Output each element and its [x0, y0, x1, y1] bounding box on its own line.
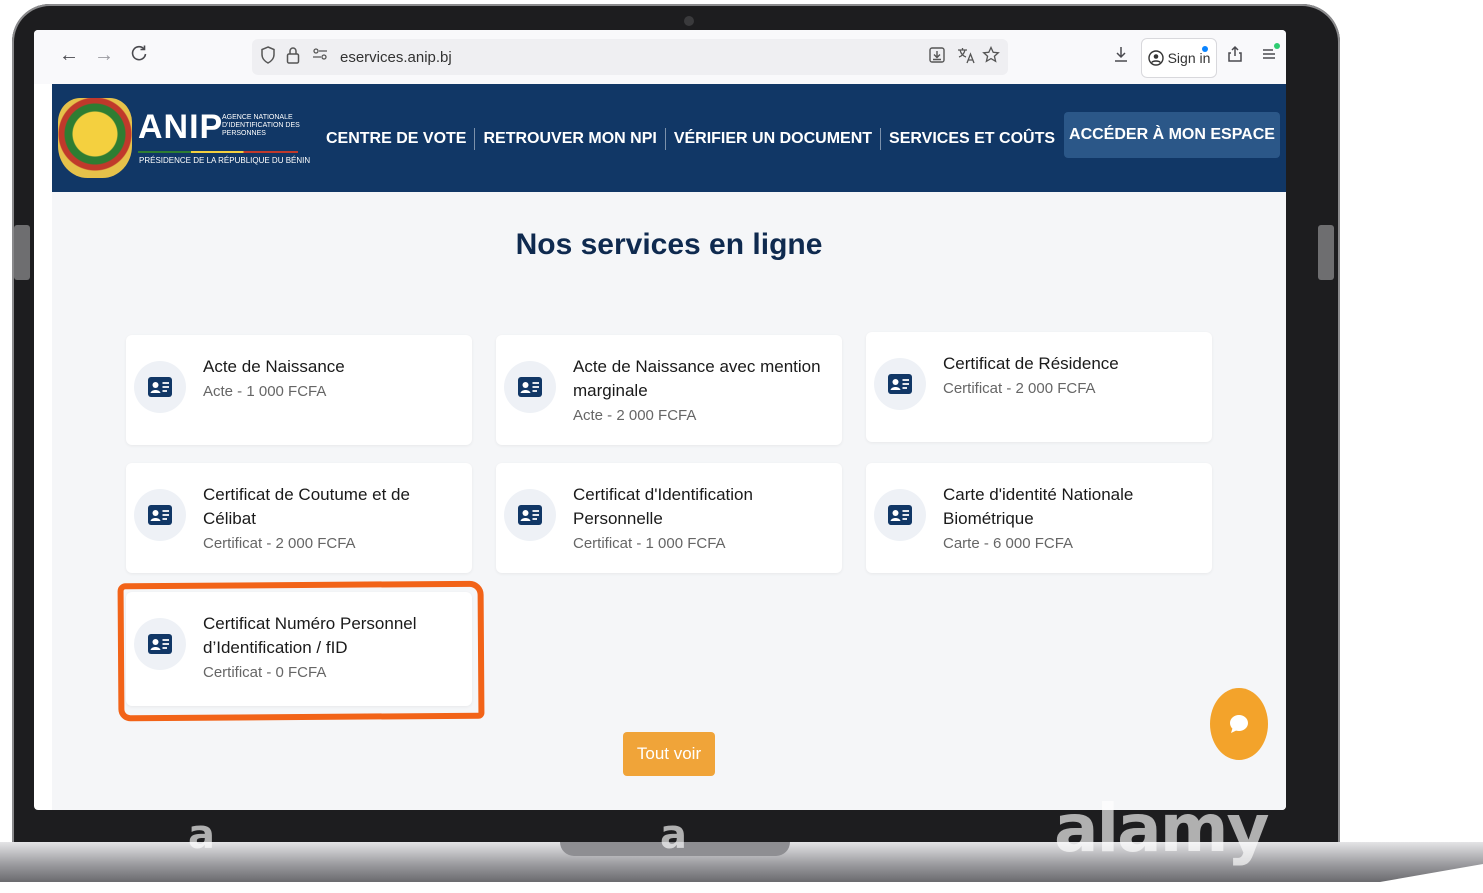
- share-icon[interactable]: [1226, 45, 1244, 68]
- service-title: Certificat de Résidence: [943, 354, 1119, 373]
- laptop-side-left: [14, 225, 30, 280]
- update-dot: [1274, 43, 1280, 49]
- service-card-carte-identite[interactable]: Carte d'identité Nationale Biométrique Ca…: [866, 463, 1212, 573]
- site-header: ANIP AGENCE NATIONALE D'IDENTIFICATION D…: [52, 84, 1286, 192]
- presidency-text: PRÉSIDENCE DE LA RÉPUBLIQUE DU BÉNIN: [139, 156, 311, 165]
- service-price: Carte - 6 000 FCFA: [943, 535, 1074, 552]
- chat-button[interactable]: [1210, 688, 1268, 760]
- service-price: Certificat - 2 000 FCFA: [943, 380, 1096, 397]
- url-text[interactable]: eservices.anip.bj: [340, 49, 452, 66]
- service-card-coutume-celibat[interactable]: Certificat de Coutume et de Célibat Certi…: [126, 463, 472, 573]
- service-price: Acte - 1 000 FCFA: [203, 383, 327, 400]
- see-all-button[interactable]: Tout voir: [623, 732, 715, 776]
- laptop-side-right: [1318, 225, 1334, 280]
- nav-services-et-couts[interactable]: SERVICES ET COÛTS: [881, 128, 1063, 150]
- lock-icon[interactable]: [286, 46, 300, 69]
- address-bar[interactable]: eservices.anip.bj: [252, 39, 1008, 75]
- services-section: Nos services en ligne Acte de Naissance A…: [52, 192, 1286, 810]
- access-my-space-button[interactable]: ACCÉDER À MON ESPACE: [1064, 112, 1280, 158]
- watermark-mark: a: [188, 812, 215, 858]
- nav-centre-de-vote[interactable]: CENTRE DE VOTE: [318, 128, 476, 150]
- service-price: Certificat - 2 000 FCFA: [203, 535, 356, 552]
- section-title: Nos services en ligne: [515, 228, 823, 261]
- save-page-icon[interactable]: [928, 46, 946, 69]
- id-card-icon: [504, 361, 556, 413]
- service-title: Acte de Naissance avec mention marginale: [573, 357, 821, 400]
- id-card-icon: [134, 361, 186, 413]
- shield-icon[interactable]: [260, 46, 276, 69]
- id-card-icon: [874, 358, 926, 410]
- anip-logo-text[interactable]: ANIP: [138, 108, 223, 147]
- back-button[interactable]: ←: [56, 44, 82, 67]
- service-price: Certificat - 1 000 FCFA: [573, 535, 726, 552]
- camera-dot: [684, 16, 694, 26]
- service-title: Certificat de Coutume et de Célibat: [203, 485, 410, 528]
- id-card-icon: [134, 489, 186, 541]
- flag-stripe: [138, 151, 298, 153]
- sign-in-button[interactable]: Sign in: [1141, 38, 1217, 78]
- nav-verifier-un-document[interactable]: VÉRIFIER UN DOCUMENT: [666, 128, 882, 150]
- browser-toolbar: ← → eservices.anip.bj Sign in: [34, 30, 1286, 84]
- service-card-certificat-residence[interactable]: Certificat de Résidence Certificat - 2 00…: [866, 332, 1212, 442]
- benin-coat-of-arms-logo[interactable]: [58, 98, 132, 178]
- sign-in-label: Sign in: [1167, 50, 1211, 66]
- service-card-acte-naissance-mention[interactable]: Acte de Naissance avec mention marginale…: [496, 335, 842, 445]
- nav-retrouver-mon-npi[interactable]: RETROUVER MON NPI: [475, 128, 666, 150]
- service-title: Acte de Naissance: [203, 357, 345, 376]
- service-card-acte-naissance[interactable]: Acte de Naissance Acte - 1 000 FCFA: [126, 335, 472, 445]
- watermark-mark: a: [660, 812, 687, 858]
- chat-bubble-icon: [1230, 715, 1248, 733]
- menu-icon[interactable]: [1260, 43, 1280, 68]
- translate-icon[interactable]: [956, 46, 976, 69]
- id-card-icon: [504, 489, 556, 541]
- reload-button[interactable]: [126, 44, 152, 68]
- watermark-brand: alamy: [1054, 790, 1269, 867]
- service-title: Certificat d'Identification Personnelle: [573, 485, 753, 528]
- orange-highlight-annotation: [117, 580, 485, 722]
- service-title: Carte d'identité Nationale Biométrique: [943, 485, 1134, 528]
- download-icon[interactable]: [1112, 45, 1130, 68]
- notification-dot: [1202, 46, 1208, 52]
- permissions-icon[interactable]: [312, 46, 328, 67]
- service-card-identification-personnelle[interactable]: Certificat d'Identification Personnelle C…: [496, 463, 842, 573]
- id-card-icon: [874, 489, 926, 541]
- main-navigation: CENTRE DE VOTE RETROUVER MON NPI VÉRIFIE…: [318, 128, 1063, 150]
- reload-icon: [131, 45, 147, 61]
- service-price: Acte - 2 000 FCFA: [573, 407, 697, 424]
- bookmark-star-icon[interactable]: [982, 45, 1000, 69]
- laptop-screen: ← → eservices.anip.bj Sign in ANIP AGENC…: [34, 30, 1286, 810]
- forward-button[interactable]: →: [91, 44, 117, 67]
- anip-logo-subtitle: AGENCE NATIONALE D'IDENTIFICATION DES PE…: [222, 114, 300, 137]
- account-icon: [1147, 50, 1164, 66]
